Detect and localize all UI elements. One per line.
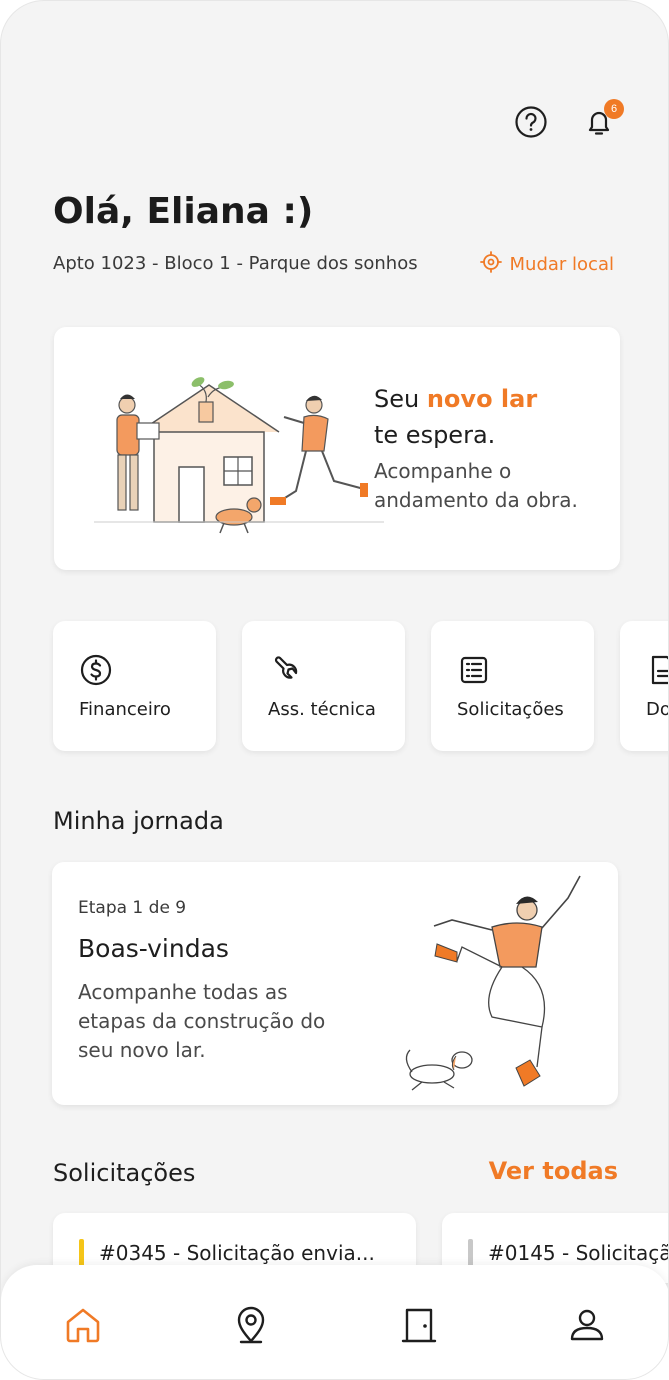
hero-description: Acompanhe o andamento da obra. [374,459,578,512]
document-icon [646,653,668,687]
change-location-link[interactable]: Mudar local [479,251,614,278]
request-title: #0345 - Solicitação envia... [99,1241,375,1265]
target-location-icon [479,251,502,278]
status-indicator [468,1239,473,1267]
journey-description: Acompanhe todas as etapas da construção … [78,980,326,1062]
greeting-title: Olá, Eliana :) [53,191,314,232]
shortcut-ass-tecnica[interactable]: Ass. técnica [242,621,405,751]
shortcuts-row: Financeiro Ass. técnica Solicitações Do [53,621,669,751]
shortcut-documentos[interactable]: Do [620,621,669,751]
location-pin-icon[interactable] [231,1305,271,1345]
journey-step: Etapa 1 de 9 [78,898,187,918]
address-text: Apto 1023 - Bloco 1 - Parque dos sonhos [53,253,418,274]
status-indicator [79,1239,84,1267]
shortcut-label: Financeiro [79,699,171,720]
notification-badge: 6 [604,99,624,119]
journey-section-title: Minha jornada [53,807,224,835]
shortcut-label: Solicitações [457,699,564,720]
new-home-card[interactable]: Seu novo lar te espera. Acompanhe o anda… [54,327,620,570]
journey-title: Boas-vindas [78,934,229,963]
house-family-illustration [84,357,394,537]
shortcut-solicitacoes[interactable]: Solicitações [431,621,594,751]
list-icon [457,653,491,687]
hero-headline-highlight: novo lar [426,385,538,413]
journey-card[interactable]: Etapa 1 de 9 Boas-vindas Acompanhe todas… [52,862,618,1105]
dollar-circle-icon [79,653,113,687]
wrench-icon [268,653,302,687]
shortcut-label: Do [646,699,669,720]
change-location-label: Mudar local [509,254,614,275]
request-title: #0145 - Solicitaçã [488,1241,669,1265]
app-screen: 6 Olá, Eliana :) Apto 1023 - Bloco 1 - P… [0,0,669,1380]
user-icon[interactable] [567,1305,607,1345]
bell-icon[interactable]: 6 [582,99,624,139]
top-actions: 6 [514,99,624,139]
bottom-navigation [1,1265,668,1379]
home-icon[interactable] [63,1305,103,1345]
shortcut-label: Ass. técnica [268,699,376,720]
hero-subheadline: te espera. [374,421,496,449]
door-icon[interactable] [399,1305,439,1345]
help-circle-icon[interactable] [514,105,548,139]
see-all-link[interactable]: Ver todas [489,1157,618,1185]
requests-section-title: Solicitações [53,1159,196,1187]
hero-headline-prefix: Seu [374,385,427,413]
shortcut-financeiro[interactable]: Financeiro [53,621,216,751]
jumping-person-dog-illustration [352,872,612,1102]
hero-headline: Seu novo lar [374,385,537,413]
